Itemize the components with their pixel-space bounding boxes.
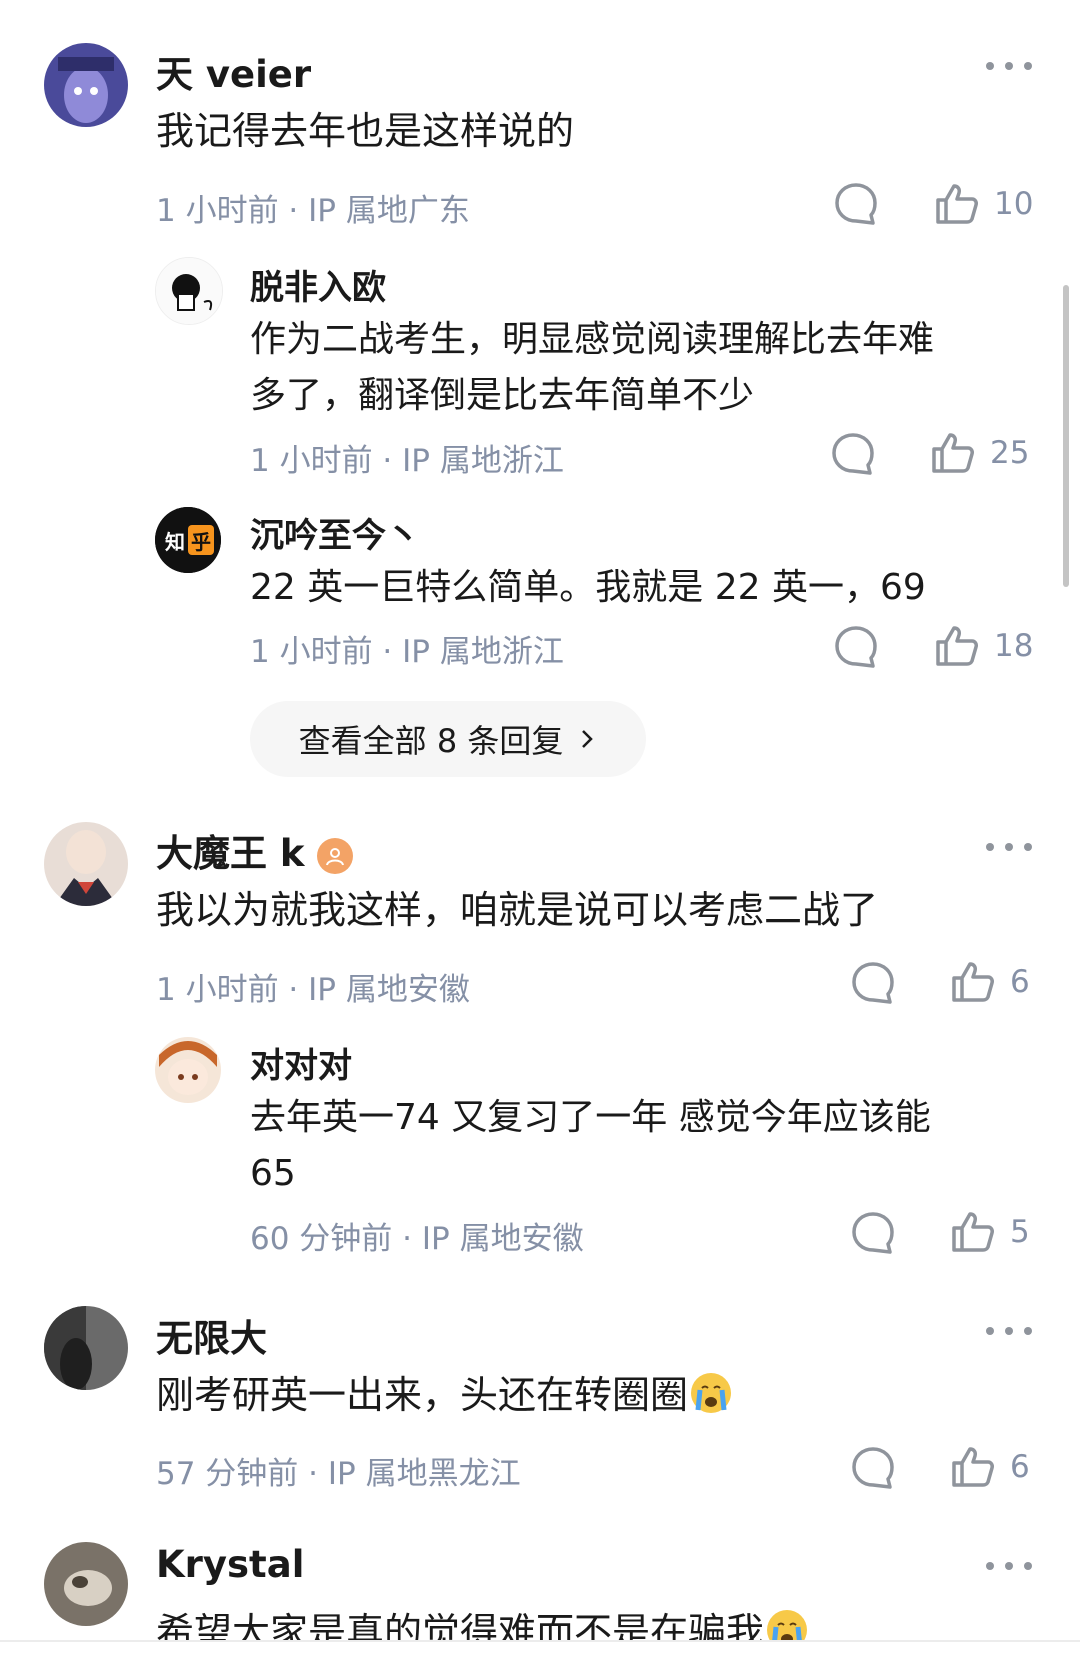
scrollbar[interactable] (1063, 285, 1069, 587)
more-dots-icon[interactable] (986, 1556, 1032, 1576)
avatar[interactable] (44, 1542, 128, 1626)
comment-author[interactable]: Krystal (156, 1543, 304, 1586)
crying-face-emoji (767, 1610, 808, 1640)
comment-text-content: 希望大家是真的觉得难而不是在骗我 (156, 1610, 765, 1640)
divider (0, 1640, 1080, 1642)
comment-text: 希望大家是真的觉得难而不是在骗我 (156, 1604, 810, 1640)
comment-item: Krystal 希望大家是真的觉得难而不是在骗我 (0, 0, 1080, 1640)
